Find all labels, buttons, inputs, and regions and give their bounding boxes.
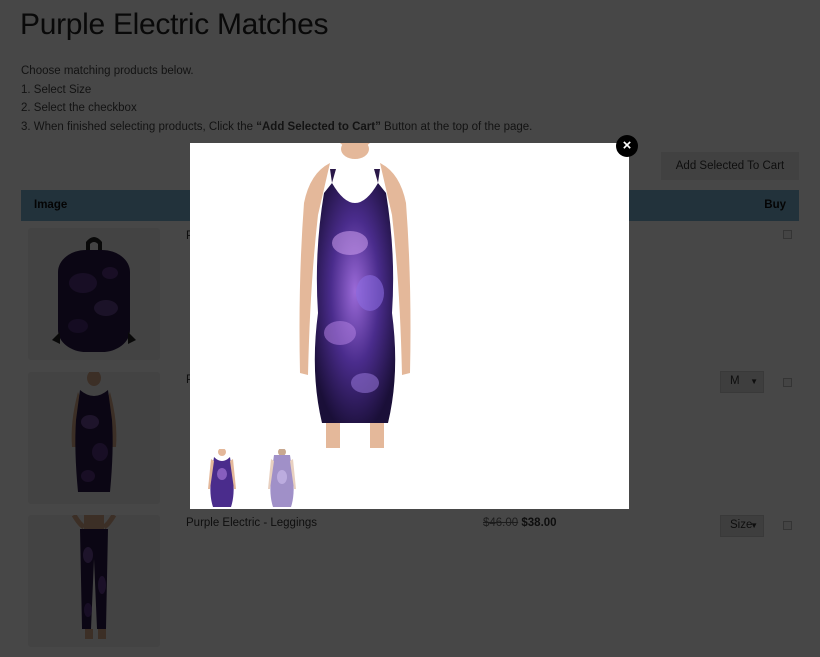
close-icon[interactable]: ×: [616, 135, 638, 157]
dress-back-thumbnail[interactable]: [262, 448, 302, 511]
dress-front-thumbnail[interactable]: [202, 448, 242, 511]
dress-front-image: [260, 139, 450, 448]
image-lightbox: [190, 139, 629, 511]
